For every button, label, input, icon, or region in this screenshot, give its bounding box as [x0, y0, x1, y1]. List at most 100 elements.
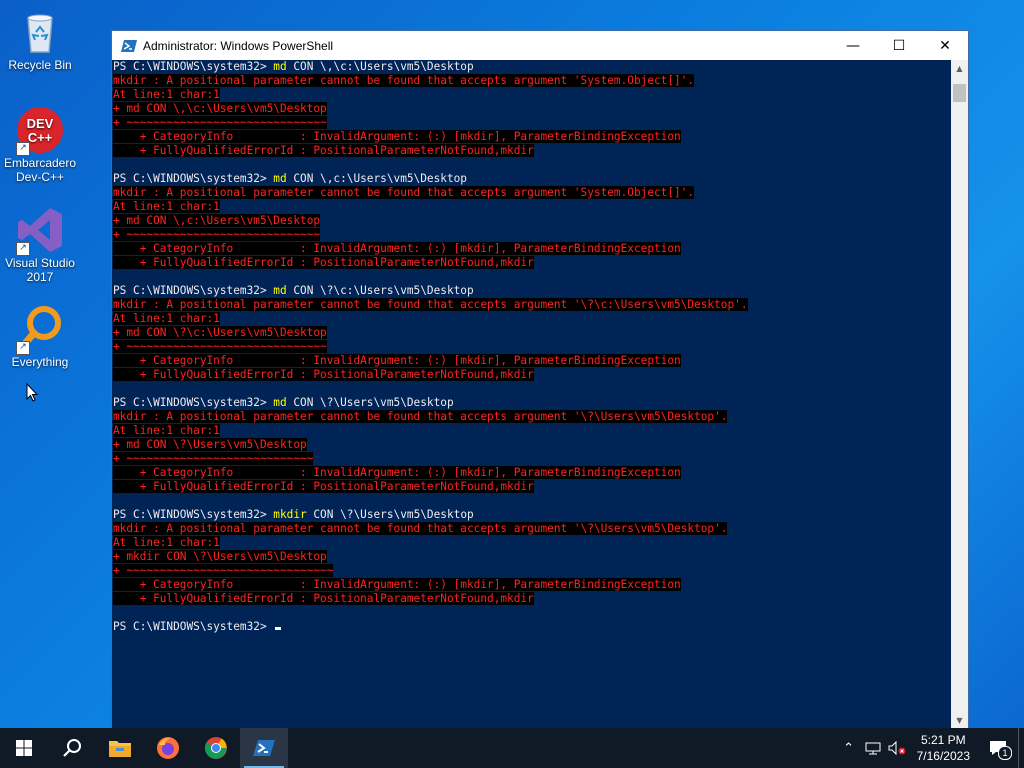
current-prompt-line[interactable]: PS C:\WINDOWS\system32> — [113, 620, 954, 634]
command-line: PS C:\WINDOWS\system32> mkdir CON \?\Use… — [113, 508, 954, 522]
desktop-icon-label: Recycle Bin — [8, 58, 72, 72]
desktop-icon-label: Embarcadero Dev-C++ — [3, 156, 77, 184]
powershell-icon — [121, 39, 137, 52]
show-desktop-button[interactable] — [1018, 728, 1024, 768]
error-line: + mkdir CON \?\Users\vm5\Desktop — [113, 550, 954, 564]
desktop-icon-dev-cpp[interactable]: DEV C++ ↗ Embarcadero Dev-C++ — [2, 106, 78, 184]
error-text: mkdir : A positional parameter cannot be… — [113, 522, 728, 535]
mouse-cursor-icon — [26, 382, 39, 407]
error-text: + md CON \,\c:\Users\vm5\Desktop — [113, 102, 327, 115]
scrollbar-thumb[interactable] — [953, 84, 966, 102]
error-line: At line:1 char:1 — [113, 536, 954, 550]
command-name: md — [273, 284, 287, 297]
title-bar[interactable]: Administrator: Windows PowerShell — ☐ ✕ — [112, 31, 968, 60]
error-text: + md CON \?\c:\Users\vm5\Desktop — [113, 326, 327, 339]
desktop-icon-everything[interactable]: ↗ Everything — [2, 305, 78, 369]
error-text: mkdir : A positional parameter cannot be… — [113, 298, 748, 311]
command-name: md — [273, 60, 287, 73]
file-explorer-button[interactable] — [96, 728, 144, 768]
desktop-icon-label: Visual Studio 2017 — [5, 256, 75, 284]
recycle-bin-icon — [16, 8, 64, 56]
command-args: CON \?\Users\vm5\Desktop — [306, 508, 474, 521]
error-text: + md CON \,c:\Users\vm5\Desktop — [113, 214, 321, 227]
error-line: mkdir : A positional parameter cannot be… — [113, 74, 954, 88]
vertical-scrollbar[interactable]: ▲ ▼ — [951, 60, 968, 729]
error-text: At line:1 char:1 — [113, 312, 220, 325]
command-line: PS C:\WINDOWS\system32> md CON \?\c:\Use… — [113, 284, 954, 298]
error-line: + CategoryInfo : InvalidArgument: (:) [m… — [113, 578, 954, 592]
error-line: At line:1 char:1 — [113, 312, 954, 326]
error-text: + ~~~~~~~~~~~~~~~~~~~~~~~~~~~~~~~ — [113, 564, 334, 577]
system-tray: ⌃ 5:21 PM 7/16/2023 1 — [837, 728, 1024, 768]
command-args: CON \,c:\Users\vm5\Desktop — [286, 172, 467, 185]
error-text: + ~~~~~~~~~~~~~~~~~~~~~~~~~~~~ — [113, 452, 314, 465]
shortcut-arrow-icon: ↗ — [16, 242, 30, 256]
error-text: At line:1 char:1 — [113, 88, 220, 101]
error-text: + md CON \?\Users\vm5\Desktop — [113, 438, 307, 451]
error-line: + ~~~~~~~~~~~~~~~~~~~~~~~~~~~~~ — [113, 228, 954, 242]
command-line: PS C:\WINDOWS\system32> md CON \,c:\User… — [113, 172, 954, 186]
error-line: At line:1 char:1 — [113, 200, 954, 214]
error-line: + ~~~~~~~~~~~~~~~~~~~~~~~~~~~~~~~ — [113, 564, 954, 578]
scroll-down-icon[interactable]: ▼ — [951, 712, 968, 729]
error-text: + CategoryInfo : InvalidArgument: (:) [m… — [113, 466, 681, 479]
powershell-icon — [253, 740, 275, 756]
desktop-icon-recycle-bin[interactable]: Recycle Bin — [2, 8, 78, 72]
scroll-up-icon[interactable]: ▲ — [951, 60, 968, 77]
chevron-up-icon[interactable]: ⌃ — [837, 728, 861, 768]
error-text: + CategoryInfo : InvalidArgument: (:) [m… — [113, 354, 681, 367]
error-text: + FullyQualifiedErrorId : PositionalPara… — [113, 144, 534, 157]
clock-time: 5:21 PM — [920, 733, 966, 747]
desktop-icon-visual-studio[interactable]: ↗ Visual Studio 2017 — [2, 206, 78, 284]
error-line: + md CON \,c:\Users\vm5\Desktop — [113, 214, 954, 228]
error-text: mkdir : A positional parameter cannot be… — [113, 186, 695, 199]
prompt-text: PS C:\WINDOWS\system32> — [113, 172, 274, 185]
firefox-button[interactable] — [144, 728, 192, 768]
prompt-text: PS C:\WINDOWS\system32> — [113, 396, 274, 409]
error-line: + ~~~~~~~~~~~~~~~~~~~~~~~~~~~~~~ — [113, 116, 954, 130]
error-text: At line:1 char:1 — [113, 200, 220, 213]
chrome-button[interactable] — [192, 728, 240, 768]
minimize-icon: — — [846, 37, 860, 54]
error-text: + FullyQualifiedErrorId : PositionalPara… — [113, 480, 534, 493]
start-icon — [16, 740, 32, 756]
console-output[interactable]: PS C:\WINDOWS\system32> md CON \,\c:\Use… — [112, 60, 954, 729]
error-line: + FullyQualifiedErrorId : PositionalPara… — [113, 480, 954, 494]
maximize-icon: ☐ — [892, 37, 906, 54]
error-text: + CategoryInfo : InvalidArgument: (:) [m… — [113, 130, 681, 143]
error-text: + ~~~~~~~~~~~~~~~~~~~~~~~~~~~~~~ — [113, 116, 327, 129]
minimize-button[interactable]: — — [830, 31, 876, 60]
close-icon: ✕ — [939, 37, 951, 54]
error-line: mkdir : A positional parameter cannot be… — [113, 298, 954, 312]
powershell-taskbar-button[interactable] — [240, 728, 288, 768]
search-button[interactable] — [48, 728, 96, 768]
prompt-text: PS C:\WINDOWS\system32> — [113, 60, 274, 73]
command-line: PS C:\WINDOWS\system32> md CON \,\c:\Use… — [113, 60, 954, 74]
error-text: + ~~~~~~~~~~~~~~~~~~~~~~~~~~~~~~ — [113, 340, 327, 353]
error-line — [113, 270, 954, 284]
maximize-button[interactable]: ☐ — [876, 31, 922, 60]
action-center-button[interactable]: 1 — [978, 728, 1018, 768]
volume-muted-icon[interactable] — [885, 728, 909, 768]
error-line: + CategoryInfo : InvalidArgument: (:) [m… — [113, 354, 954, 368]
start-button[interactable] — [0, 728, 48, 768]
error-line — [113, 158, 954, 172]
prompt-text: PS C:\WINDOWS\system32> — [113, 620, 274, 633]
command-name: mkdir — [273, 508, 307, 521]
network-icon[interactable] — [861, 728, 885, 768]
command-args: CON \,\c:\Users\vm5\Desktop — [286, 60, 474, 73]
command-args: CON \?\Users\vm5\Desktop — [286, 396, 454, 409]
error-text: + CategoryInfo : InvalidArgument: (:) [m… — [113, 578, 681, 591]
prompt-text: PS C:\WINDOWS\system32> — [113, 284, 274, 297]
error-line: + CategoryInfo : InvalidArgument: (:) [m… — [113, 130, 954, 144]
search-icon — [63, 739, 81, 757]
powershell-window[interactable]: Administrator: Windows PowerShell — ☐ ✕ … — [111, 30, 969, 730]
close-button[interactable]: ✕ — [922, 31, 968, 60]
chrome-icon — [204, 737, 227, 759]
command-name: md — [273, 172, 287, 185]
taskbar: ⌃ 5:21 PM 7/16/2023 1 — [0, 728, 1024, 768]
error-line: mkdir : A positional parameter cannot be… — [113, 522, 954, 536]
clock[interactable]: 5:21 PM 7/16/2023 — [909, 732, 978, 764]
error-line: + CategoryInfo : InvalidArgument: (:) [m… — [113, 242, 954, 256]
error-line: + ~~~~~~~~~~~~~~~~~~~~~~~~~~~~ — [113, 452, 954, 466]
